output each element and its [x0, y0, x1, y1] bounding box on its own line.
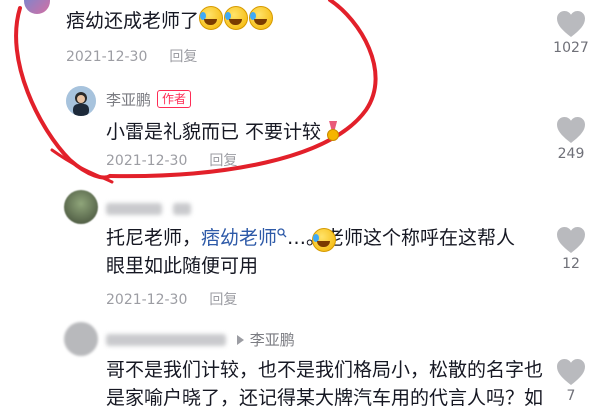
- laugh-cry-emoji-icon: [312, 228, 337, 253]
- laugh-cry-emoji-icon: [249, 6, 274, 30]
- medal-emoji-icon: [327, 121, 340, 141]
- comment-meta: 2021-12-30 回复: [106, 289, 237, 309]
- reply-to-row: 李亚鹏: [106, 329, 295, 350]
- comment-text-line2: 是家喻户晓了，还记得某大牌汽车用的代言人吗？如: [106, 387, 544, 409]
- like-control[interactable]: 12: [541, 226, 600, 272]
- heart-icon: [557, 227, 585, 253]
- avatar[interactable]: [64, 322, 98, 356]
- blurred-username[interactable]: [106, 200, 192, 219]
- like-control[interactable]: 1027: [541, 10, 600, 56]
- comment-date: 2021-12-30: [106, 153, 188, 169]
- author-avatar[interactable]: [66, 86, 96, 116]
- reply-button[interactable]: 回复: [169, 49, 197, 65]
- mention-link[interactable]: 痞幼老师: [201, 227, 277, 249]
- like-count: 249: [557, 146, 585, 162]
- reply-button[interactable]: 回复: [209, 153, 237, 169]
- like-control[interactable]: 7: [541, 358, 600, 404]
- comment-body: 痞幼还成老师了: [66, 10, 200, 32]
- reply-button[interactable]: 回复: [209, 292, 237, 308]
- reply-to-username[interactable]: 李亚鹏: [250, 331, 295, 349]
- avatar[interactable]: [64, 190, 98, 224]
- search-icon: [277, 228, 287, 238]
- comment-text: 痞幼还成老师了: [66, 6, 274, 35]
- avatar-image: [66, 86, 96, 116]
- like-count: 7: [566, 388, 576, 404]
- heart-icon: [557, 11, 585, 37]
- comment-date: 2021-12-30: [66, 49, 148, 65]
- author-badge: 作者: [157, 90, 192, 108]
- like-count: 1027: [553, 40, 589, 56]
- heart-icon: [557, 117, 585, 143]
- username[interactable]: 李亚鹏: [106, 91, 151, 109]
- comment-body-line1-prefix: 托尼老师，: [106, 227, 202, 249]
- author-name-row: 李亚鹏 作者: [106, 89, 192, 110]
- comment-date: 2021-12-30: [106, 292, 188, 308]
- comment-body: 小雷是礼貌而已 不要计较: [106, 121, 322, 143]
- laugh-cry-emoji-icon: [224, 6, 249, 30]
- laugh-cry-emoji-icon: [199, 6, 224, 30]
- heart-icon: [557, 359, 585, 385]
- comment-meta: 2021-12-30 回复: [106, 150, 237, 170]
- reply-arrow-icon: [236, 335, 244, 345]
- comment-text: 小雷是礼貌而已 不要计较: [106, 118, 340, 146]
- comment-text: 托尼老师，痞幼老师 …。老师这个称呼在这帮人: [106, 224, 515, 252]
- comment-meta: 2021-12-30 回复: [66, 46, 197, 66]
- comment-text-line2: 眼里如此随便可用: [106, 255, 259, 277]
- comment-text-line1: 哥不是我们计较，也不是我们格局小，松散的名字也: [106, 359, 544, 381]
- like-count: 12: [562, 256, 580, 272]
- like-control[interactable]: 249: [541, 116, 600, 162]
